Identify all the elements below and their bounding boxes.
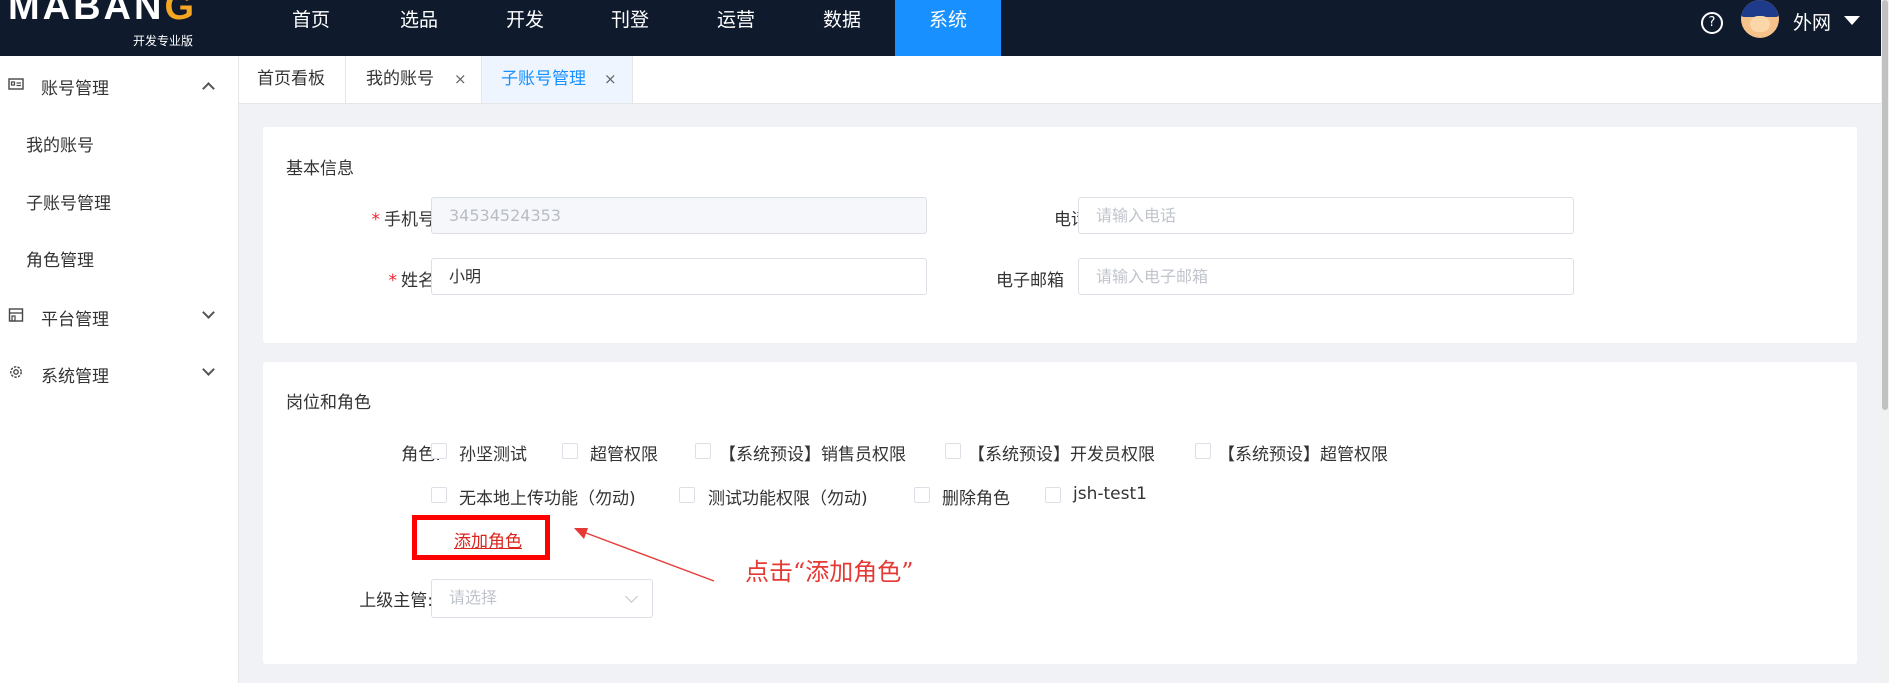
annotation-text: 点击“添加角色” — [745, 558, 914, 586]
annotation-arrow-icon — [574, 528, 715, 582]
